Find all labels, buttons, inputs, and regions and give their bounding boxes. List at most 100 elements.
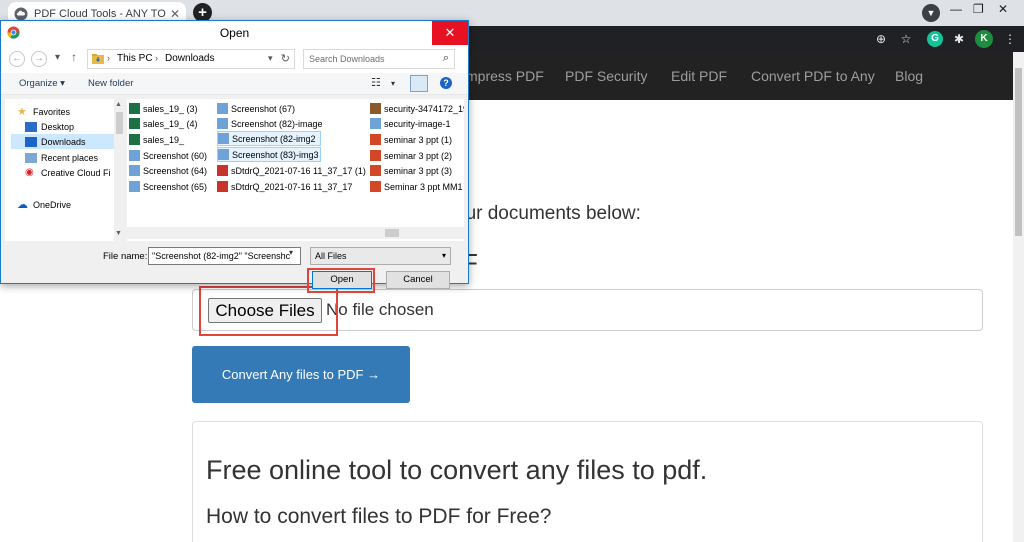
image-file-icon — [370, 118, 381, 129]
creative-cloud-icon: ◉ — [25, 166, 34, 178]
list-item-selected[interactable]: Screenshot (83)-img3 — [217, 147, 321, 162]
file-status: No file chosen — [326, 300, 434, 319]
file-list-scroll-thumb[interactable] — [385, 229, 399, 237]
excel-file-icon — [129, 134, 140, 145]
list-item[interactable]: Screenshot (60) — [129, 148, 215, 163]
pdf-file-icon — [217, 181, 228, 192]
list-item[interactable]: Seminar 3 ppt MM1 — [370, 179, 464, 194]
nav-pdf-security[interactable]: PDF Security — [565, 68, 647, 84]
image-file-icon — [129, 181, 140, 192]
view-options-icon[interactable]: ☷ — [371, 76, 381, 89]
page-scrollbar[interactable] — [1013, 52, 1024, 542]
breadcrumb-downloads[interactable]: Downloads — [165, 53, 214, 64]
downloads-folder-icon — [25, 136, 37, 147]
list-item[interactable]: sDtdrQ_2021-07-16 11_37_17 (1) — [217, 163, 367, 178]
breadcrumb-this-pc[interactable]: This PC — [117, 53, 153, 64]
refresh-icon[interactable]: ↻ — [281, 52, 290, 65]
download-icon[interactable]: ▼ — [922, 4, 940, 22]
powerpoint-file-icon — [370, 134, 381, 145]
list-item[interactable]: Screenshot (67) — [217, 101, 365, 116]
navigation-pane: ★ Favorites Desktop Downloads Recent pla… — [5, 99, 125, 241]
address-bar[interactable]: › This PC › Downloads ▾ ↻ — [87, 49, 295, 69]
restore-icon[interactable]: ❐ — [973, 2, 984, 16]
file-name-label: File name: — [103, 251, 148, 262]
open-file-dialog: Open ✕ ← → ▾ ↑ › This PC › Downloads ▾ ↻… — [0, 20, 469, 293]
list-item[interactable]: seminar 3 ppt (1) — [370, 132, 464, 147]
view-dropdown-icon[interactable]: ▾ — [391, 79, 395, 88]
list-item[interactable]: seminar 3 ppt (3) — [370, 163, 464, 178]
choose-files-highlight — [199, 286, 338, 336]
open-button-highlight — [307, 268, 375, 293]
file-name-input[interactable]: "Screenshot (82-img2" "Screenshc — [148, 247, 301, 265]
preview-pane-icon[interactable] — [410, 75, 428, 92]
upload-instruction: our documents below: — [455, 203, 641, 224]
navigation-scroll-thumb[interactable] — [116, 112, 123, 134]
section-title: Free online tool to convert any files to… — [206, 455, 708, 485]
cancel-button[interactable]: Cancel — [386, 271, 450, 289]
file-name-dropdown-icon[interactable]: ▾ — [289, 248, 293, 257]
onedrive-cloud-icon: ☁ — [17, 198, 28, 211]
forward-arrow-icon[interactable]: → — [31, 51, 47, 67]
nav-edit-pdf[interactable]: Edit PDF — [671, 68, 727, 84]
organize-button[interactable]: Organize ▾ — [19, 78, 65, 89]
image-file-icon — [218, 149, 229, 160]
tree-item-downloads[interactable]: Downloads — [11, 134, 117, 149]
folder-download-icon — [92, 54, 104, 64]
tree-item-creative-cloud[interactable]: ◉ Creative Cloud Fi — [25, 165, 111, 180]
list-item-selected[interactable]: Screenshot (82-img2 — [217, 131, 321, 146]
up-arrow-icon[interactable]: ↑ — [71, 50, 77, 64]
image-file-icon — [218, 133, 229, 144]
kebab-menu-icon[interactable]: ⋮ — [1002, 31, 1018, 47]
powerpoint-file-icon — [370, 150, 381, 161]
nav-compress-pdf[interactable]: mpress PDF — [466, 68, 544, 84]
tab-title: PDF Cloud Tools - ANY TO PDF T — [34, 8, 166, 20]
dialog-navigation-bar: ← → ▾ ↑ › This PC › Downloads ▾ ↻ Search… — [1, 45, 468, 73]
powerpoint-file-icon — [370, 165, 381, 176]
image-file-icon — [129, 165, 140, 176]
list-item[interactable]: sales_19_ — [129, 132, 215, 147]
search-icon: ⌕ — [442, 52, 449, 64]
list-item[interactable]: sDtdrQ_2021-07-16 11_37_17 — [217, 179, 367, 194]
file-type-value: All Files — [315, 251, 347, 261]
file-list-scrollbar[interactable] — [127, 227, 464, 239]
pdf-file-icon — [217, 165, 228, 176]
close-tab-icon[interactable]: ✕ — [170, 7, 180, 21]
convert-button[interactable]: Convert Any files to PDF → — [192, 346, 410, 403]
close-window-icon[interactable]: ✕ — [998, 2, 1008, 16]
list-item[interactable]: security-3474172_19 — [370, 101, 464, 116]
tree-item-desktop[interactable]: Desktop — [25, 119, 74, 134]
zoom-icon[interactable]: ⊕ — [873, 31, 889, 47]
excel-file-icon — [129, 103, 140, 114]
dialog-close-icon[interactable]: ✕ — [432, 21, 468, 45]
tree-item-onedrive[interactable]: ☁ OneDrive — [17, 197, 71, 212]
recent-locations-icon[interactable]: ▾ — [55, 52, 60, 63]
new-folder-button[interactable]: New folder — [88, 78, 133, 89]
profile-avatar[interactable]: K — [975, 30, 993, 48]
list-item[interactable]: security-image-1 — [370, 116, 464, 131]
help-icon[interactable]: ? — [440, 77, 452, 89]
list-item[interactable]: Screenshot (65) — [129, 179, 215, 194]
list-item[interactable]: Screenshot (64) — [129, 163, 215, 178]
grammarly-extension-icon[interactable]: G — [927, 31, 943, 47]
navigation-pane-scrollbar[interactable]: ▲ ▼ — [114, 99, 125, 241]
list-item[interactable]: Screenshot (82)-image — [217, 116, 365, 131]
list-item[interactable]: sales_19_ (4) — [129, 116, 215, 131]
tree-item-recent-places[interactable]: Recent places — [25, 150, 98, 165]
nav-blog[interactable]: Blog — [895, 68, 923, 84]
back-arrow-icon[interactable]: ← — [9, 51, 25, 67]
dialog-titlebar: Open ✕ — [1, 21, 468, 45]
list-item[interactable]: seminar 3 ppt (2) — [370, 148, 464, 163]
nav-convert-pdf-to-any[interactable]: Convert PDF to Any — [751, 68, 875, 84]
dialog-title: Open — [219, 26, 250, 40]
extensions-puzzle-icon[interactable]: ✱ — [951, 31, 967, 47]
minimize-icon[interactable]: — — [950, 2, 962, 16]
scrollbar-thumb[interactable] — [1015, 68, 1022, 236]
file-list: sales_19_ (3) sales_19_ (4) sales_19_ Sc… — [127, 99, 464, 241]
search-downloads-input[interactable]: Search Downloads ⌕ — [303, 49, 455, 69]
tree-item-favorites[interactable]: ★ Favorites — [17, 104, 70, 119]
excel-file-icon — [129, 118, 140, 129]
file-type-select[interactable]: All Files ▾ — [310, 247, 451, 265]
bookmark-star-icon[interactable]: ☆ — [898, 31, 914, 47]
list-item[interactable]: sales_19_ (3) — [129, 101, 215, 116]
chevron-down-icon: ▾ — [441, 251, 446, 260]
